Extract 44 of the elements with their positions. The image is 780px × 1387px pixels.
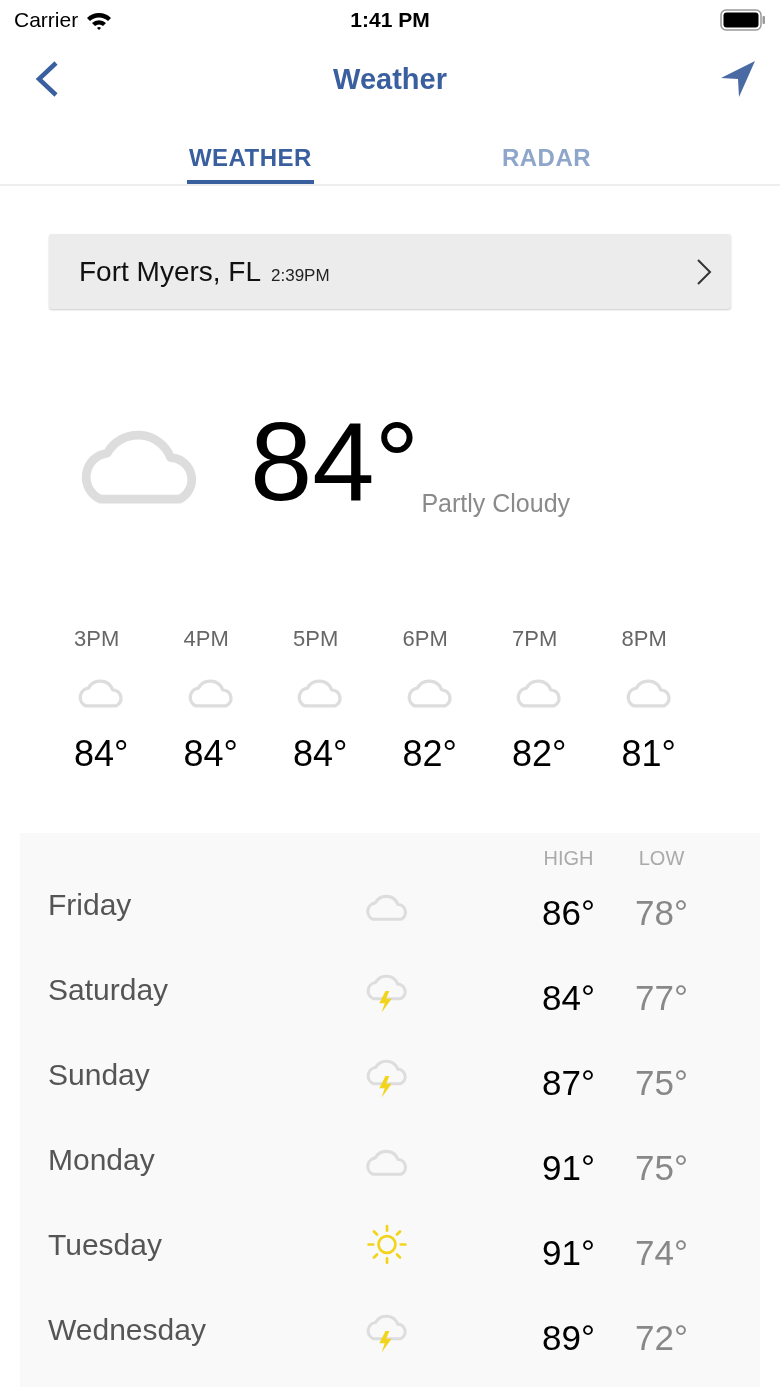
day-label: Tuesday (48, 1227, 163, 1262)
back-button[interactable] (34, 60, 60, 98)
hour-temperature: 84° (183, 733, 238, 775)
low-temperature: 77° (634, 977, 689, 1018)
column-header: LOW (637, 847, 686, 870)
hour-temperature: 84° (293, 733, 348, 775)
hour-label: 7PM (512, 626, 558, 652)
day-label: Monday (48, 1142, 156, 1177)
current-temperature: 84° (250, 405, 420, 518)
nav-title: Weather (333, 62, 447, 96)
hour-label: 3PM (74, 626, 120, 652)
hour-label: 4PM (183, 626, 229, 652)
condition-label: Partly Cloudy (421, 489, 571, 518)
day-label: Sunday (48, 1057, 151, 1092)
day-label: Saturday (48, 972, 170, 1007)
wifi-icon (86, 10, 113, 30)
location-selector[interactable]: Fort Myers, FL 2:39PM (49, 234, 731, 309)
carrier-label: Carrier (14, 8, 79, 32)
low-temperature: 75° (634, 1147, 689, 1188)
tab[interactable]: WEATHER (186, 118, 314, 184)
hour-label: 5PM (293, 626, 339, 652)
high-temperature: 87° (541, 1062, 596, 1103)
column-header: HIGH (542, 847, 595, 870)
low-temperature: 78° (634, 892, 689, 933)
hour-temperature: 84° (74, 733, 129, 775)
hour-temperature: 82° (512, 733, 567, 775)
chevron-right-icon (695, 257, 713, 286)
status-time: 1:41 PM (350, 8, 430, 31)
high-temperature: 91° (541, 1232, 596, 1273)
hour-temperature: 81° (621, 733, 676, 775)
location-arrow-button[interactable] (720, 60, 756, 98)
low-temperature: 72° (634, 1317, 689, 1358)
high-temperature: 91° (541, 1147, 596, 1188)
low-temperature: 74° (634, 1232, 689, 1273)
hour-temperature: 82° (402, 733, 457, 775)
high-temperature: 86° (541, 892, 596, 933)
hour-label: 6PM (402, 626, 448, 652)
high-temperature: 84° (541, 977, 596, 1018)
high-temperature: 89° (541, 1317, 596, 1358)
day-label: Wednesday (48, 1312, 207, 1347)
low-temperature: 75° (634, 1062, 689, 1103)
battery-icon (720, 9, 766, 31)
day-label: Friday (48, 887, 133, 922)
hour-label: 8PM (621, 626, 667, 652)
